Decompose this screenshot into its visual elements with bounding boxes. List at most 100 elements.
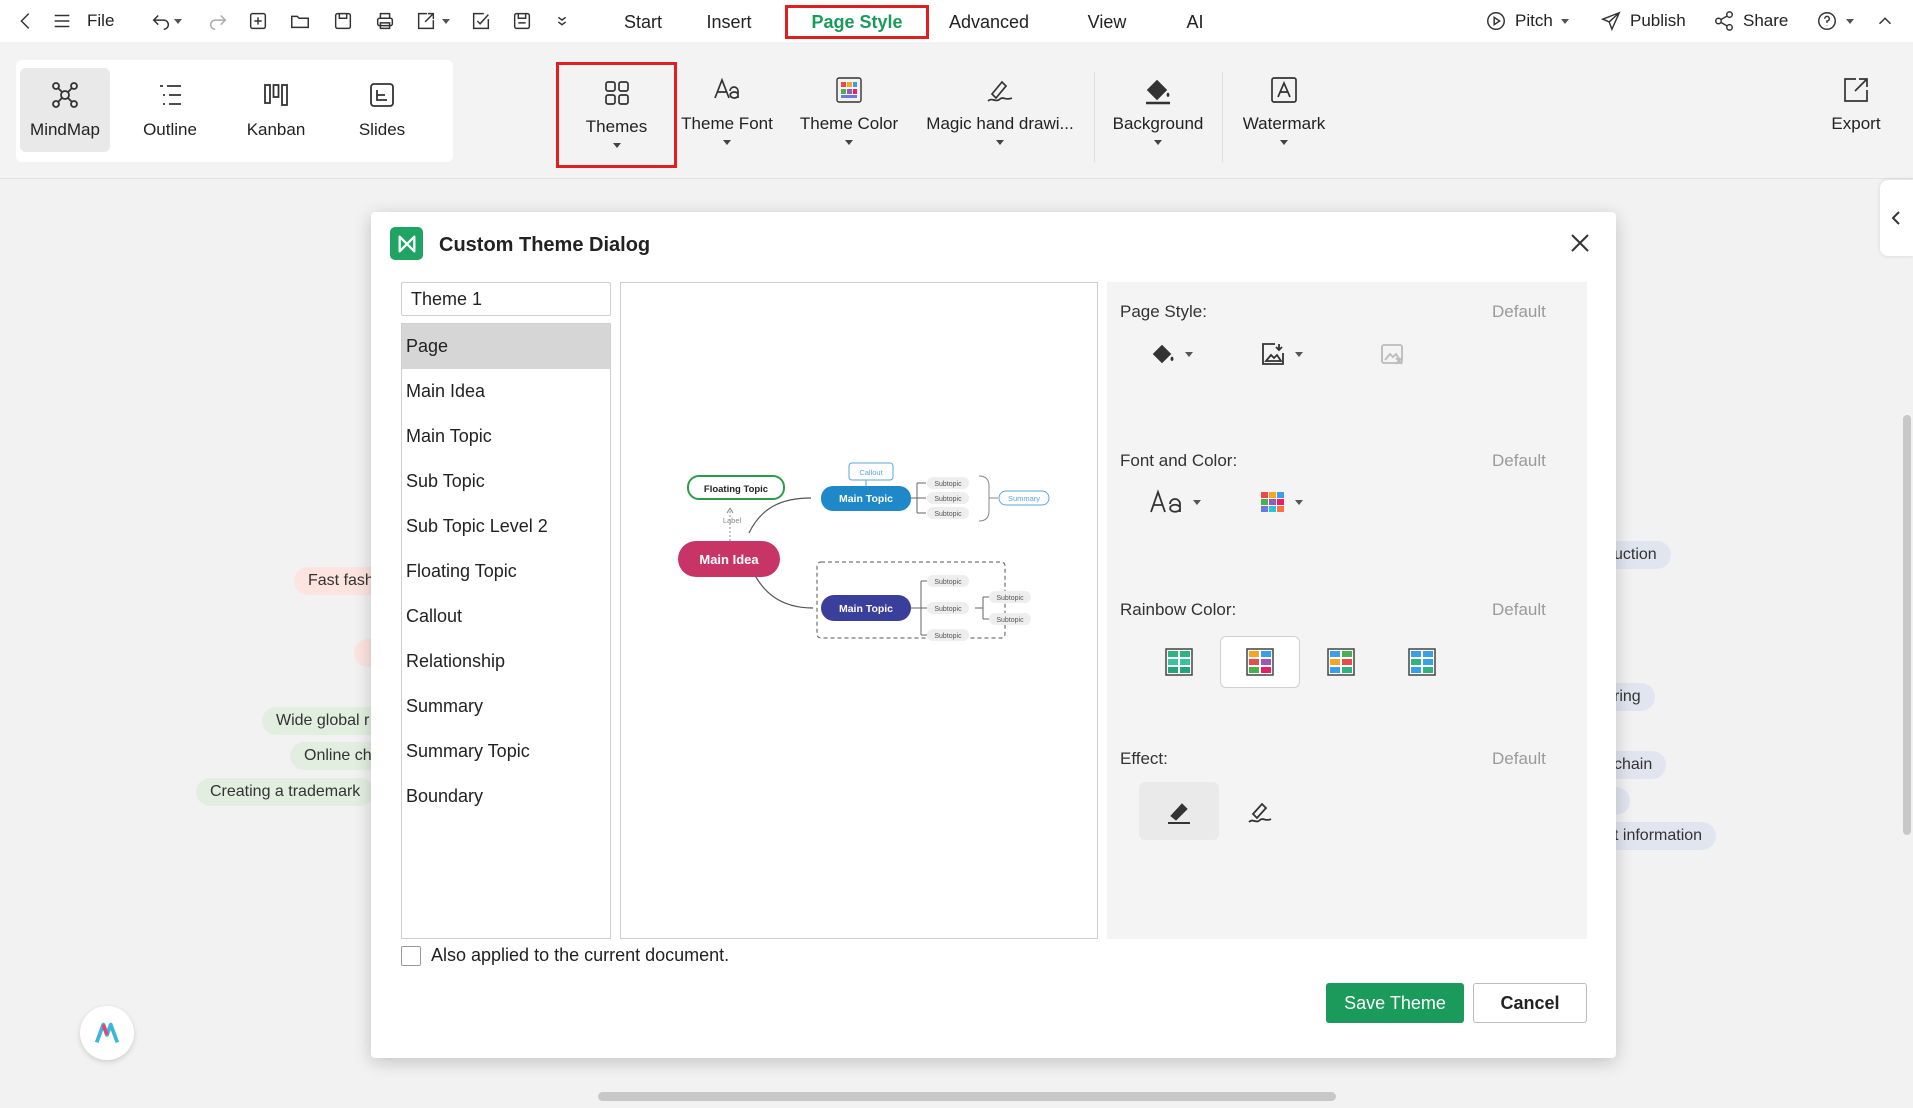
view-slides-button[interactable]: Slides xyxy=(337,68,427,152)
background-image-button[interactable] xyxy=(1259,340,1303,368)
magic-hand-drawing-icon xyxy=(987,80,1013,102)
watermark-button[interactable]: Watermark xyxy=(1232,62,1336,168)
category-sub-topic-level-2[interactable]: Sub Topic Level 2 xyxy=(402,504,610,549)
assistant-button[interactable] xyxy=(80,1006,134,1060)
chevron-left-icon xyxy=(1891,211,1900,225)
share-button[interactable]: Share xyxy=(1713,8,1788,34)
font-color-default-link[interactable]: Default xyxy=(1492,451,1546,471)
chevron-down-icon xyxy=(1295,499,1303,505)
tab-view[interactable]: View xyxy=(1081,5,1133,39)
canvas-node[interactable]: Creating a trademark xyxy=(196,778,375,806)
effect-option-normal[interactable] xyxy=(1139,782,1219,840)
canvas-node[interactable]: t information xyxy=(1600,822,1717,850)
effect-default-link[interactable]: Default xyxy=(1492,749,1546,769)
more-tools-icon[interactable] xyxy=(550,9,574,33)
menu-icon[interactable] xyxy=(50,9,74,33)
theme-font-icon xyxy=(714,77,739,99)
pitch-button[interactable]: Pitch xyxy=(1485,8,1569,34)
send-icon xyxy=(1600,11,1621,32)
watermark-label: Watermark xyxy=(1242,114,1326,133)
category-floating-topic[interactable]: Floating Topic xyxy=(402,549,610,594)
background-dropdown-icon xyxy=(1154,140,1162,145)
tab-start[interactable]: Start xyxy=(597,5,689,39)
undo-icon[interactable] xyxy=(149,9,173,33)
back-icon[interactable] xyxy=(14,9,38,33)
category-main-idea[interactable]: Main Idea xyxy=(402,369,610,414)
category-boundary[interactable]: Boundary xyxy=(402,774,610,819)
redo-icon[interactable] xyxy=(206,9,230,33)
theme-name-input[interactable] xyxy=(401,282,611,316)
checklist-icon[interactable] xyxy=(469,9,493,33)
theme-font-button[interactable]: Theme Font xyxy=(677,62,777,168)
preview-subtopic-text: Subtopic xyxy=(934,633,962,640)
category-summary-topic[interactable]: Summary Topic xyxy=(402,729,610,774)
close-button[interactable] xyxy=(1567,230,1593,256)
rainbow-option-blue[interactable] xyxy=(1382,636,1462,688)
file-menu[interactable]: File xyxy=(87,0,114,42)
category-main-topic[interactable]: Main Topic xyxy=(402,414,610,459)
horizontal-scrollbar[interactable] xyxy=(598,1092,1336,1101)
tab-page-style[interactable]: Page Style xyxy=(785,5,929,39)
tab-advanced[interactable]: Advanced xyxy=(943,5,1035,39)
remove-image-button[interactable] xyxy=(1378,340,1406,368)
background-button[interactable]: Background xyxy=(1106,62,1210,168)
rainbow-color-default-link[interactable]: Default xyxy=(1492,600,1546,620)
effect-option-hand-drawn[interactable] xyxy=(1220,782,1300,840)
insert-image-icon xyxy=(1262,343,1284,365)
open-folder-icon[interactable] xyxy=(288,9,312,33)
side-panel-toggle[interactable] xyxy=(1880,180,1913,256)
save-theme-button[interactable]: Save Theme xyxy=(1326,983,1464,1023)
tab-ai[interactable]: AI xyxy=(1178,5,1212,39)
apply-to-document-option[interactable]: Also applied to the current document. xyxy=(401,945,729,966)
tab-insert[interactable]: Insert xyxy=(697,5,761,39)
rainbow-option-warm[interactable] xyxy=(1301,636,1381,688)
preview-subtopic-text: Subtopic xyxy=(934,606,962,613)
color-scheme-button[interactable] xyxy=(1259,488,1303,516)
category-page[interactable]: Page xyxy=(402,324,610,369)
background-fill-icon xyxy=(1146,79,1170,105)
vertical-scrollbar[interactable] xyxy=(1903,415,1911,835)
view-kanban-button[interactable]: Kanban xyxy=(231,68,321,152)
canvas-node[interactable]: Wide global r xyxy=(262,707,384,735)
save-icon[interactable] xyxy=(331,9,355,33)
rainbow-option-multicolor[interactable] xyxy=(1220,636,1300,688)
save-as-icon[interactable] xyxy=(510,9,534,33)
themes-button[interactable]: Themes xyxy=(556,62,677,168)
preview-label-text: Label xyxy=(723,516,742,525)
theme-color-button[interactable]: Theme Color xyxy=(793,62,905,168)
themes-icon xyxy=(604,81,629,105)
apply-to-document-checkbox[interactable] xyxy=(401,945,421,966)
apply-to-document-label: Also applied to the current document. xyxy=(431,945,730,965)
export-dropdown-icon[interactable] xyxy=(440,9,452,33)
app-assistant-icon xyxy=(94,1022,120,1044)
category-summary[interactable]: Summary xyxy=(402,684,610,729)
rainbow-option-green[interactable] xyxy=(1139,636,1219,688)
view-mindmap-button[interactable]: MindMap xyxy=(20,68,110,152)
share-icon xyxy=(1715,11,1733,31)
chevron-down-icon xyxy=(1185,351,1193,357)
undo-dropdown-icon[interactable] xyxy=(172,9,184,33)
page-fill-color-button[interactable] xyxy=(1149,340,1193,368)
paint-bucket-icon xyxy=(1152,344,1174,364)
outline-icon xyxy=(160,85,181,105)
page-style-default-link[interactable]: Default xyxy=(1492,302,1546,322)
chevron-down-icon xyxy=(1295,351,1303,357)
theme-preview-panel: Floating Topic Label Callout Main Idea M… xyxy=(620,282,1098,939)
category-sub-topic[interactable]: Sub Topic xyxy=(402,459,610,504)
theme-font-label: Theme Font xyxy=(681,114,773,133)
collapse-ribbon-button[interactable] xyxy=(1874,8,1896,34)
help-button[interactable] xyxy=(1816,8,1854,34)
print-icon[interactable] xyxy=(373,9,397,33)
font-select-button[interactable] xyxy=(1149,488,1201,516)
view-outline-button[interactable]: Outline xyxy=(125,68,215,152)
export-small-icon[interactable] xyxy=(414,9,438,33)
new-icon[interactable] xyxy=(246,9,270,33)
watermark-icon xyxy=(1271,77,1297,103)
category-callout[interactable]: Callout xyxy=(402,594,610,639)
export-button[interactable]: Export xyxy=(1816,62,1896,168)
magic-hand-drawing-button[interactable]: Magic hand drawi... xyxy=(922,62,1078,168)
publish-button[interactable]: Publish xyxy=(1600,8,1686,34)
category-relationship[interactable]: Relationship xyxy=(402,639,610,684)
cancel-button[interactable]: Cancel xyxy=(1473,983,1587,1023)
preview-main-idea-text: Main Idea xyxy=(699,552,759,567)
